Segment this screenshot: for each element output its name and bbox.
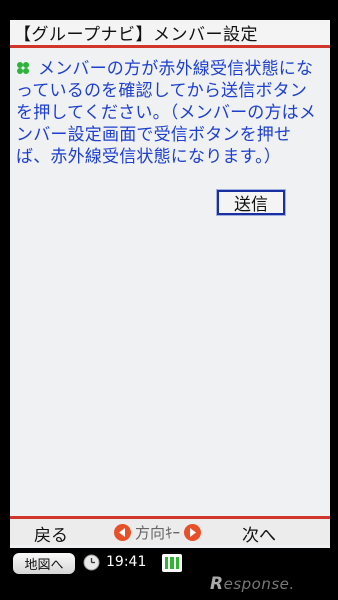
- watermark-text: esponse.: [223, 575, 295, 593]
- instruction-message: メンバーの方が赤外線受信状態になっているのを確認してから送信ボタンを押してくださ…: [16, 58, 324, 168]
- battery-icon: [162, 554, 182, 572]
- next-softkey[interactable]: 次へ: [242, 521, 276, 546]
- message-text: メンバーの方が赤外線受信状態になっているのを確認してから送信ボタンを押してくださ…: [16, 59, 317, 167]
- watermark: Response.: [210, 574, 295, 594]
- softkey-bar: 戻る 方向ｷｰ 次へ: [10, 516, 330, 546]
- map-button[interactable]: 地図へ: [13, 553, 75, 574]
- clock-icon: [83, 554, 100, 571]
- direction-key-label: 方向ｷｰ: [135, 524, 181, 542]
- title-bar: 【グループナビ】メンバー設定: [10, 20, 330, 48]
- clock-time: 19:41: [106, 554, 147, 570]
- back-softkey[interactable]: 戻る: [34, 521, 68, 546]
- status-bar: 地図へ 19:41: [10, 550, 330, 576]
- direction-key-hint: 方向ｷｰ: [114, 522, 202, 543]
- page-title: 【グループナビ】メンバー設定: [14, 25, 258, 45]
- left-arrow-icon[interactable]: [114, 524, 131, 541]
- clover-icon: [17, 62, 29, 74]
- phone-screen: 【グループナビ】メンバー設定 メンバーの方が赤外線受信状態になっているのを確認し…: [10, 20, 330, 548]
- right-arrow-icon[interactable]: [184, 524, 202, 541]
- send-button[interactable]: 送信: [216, 189, 286, 216]
